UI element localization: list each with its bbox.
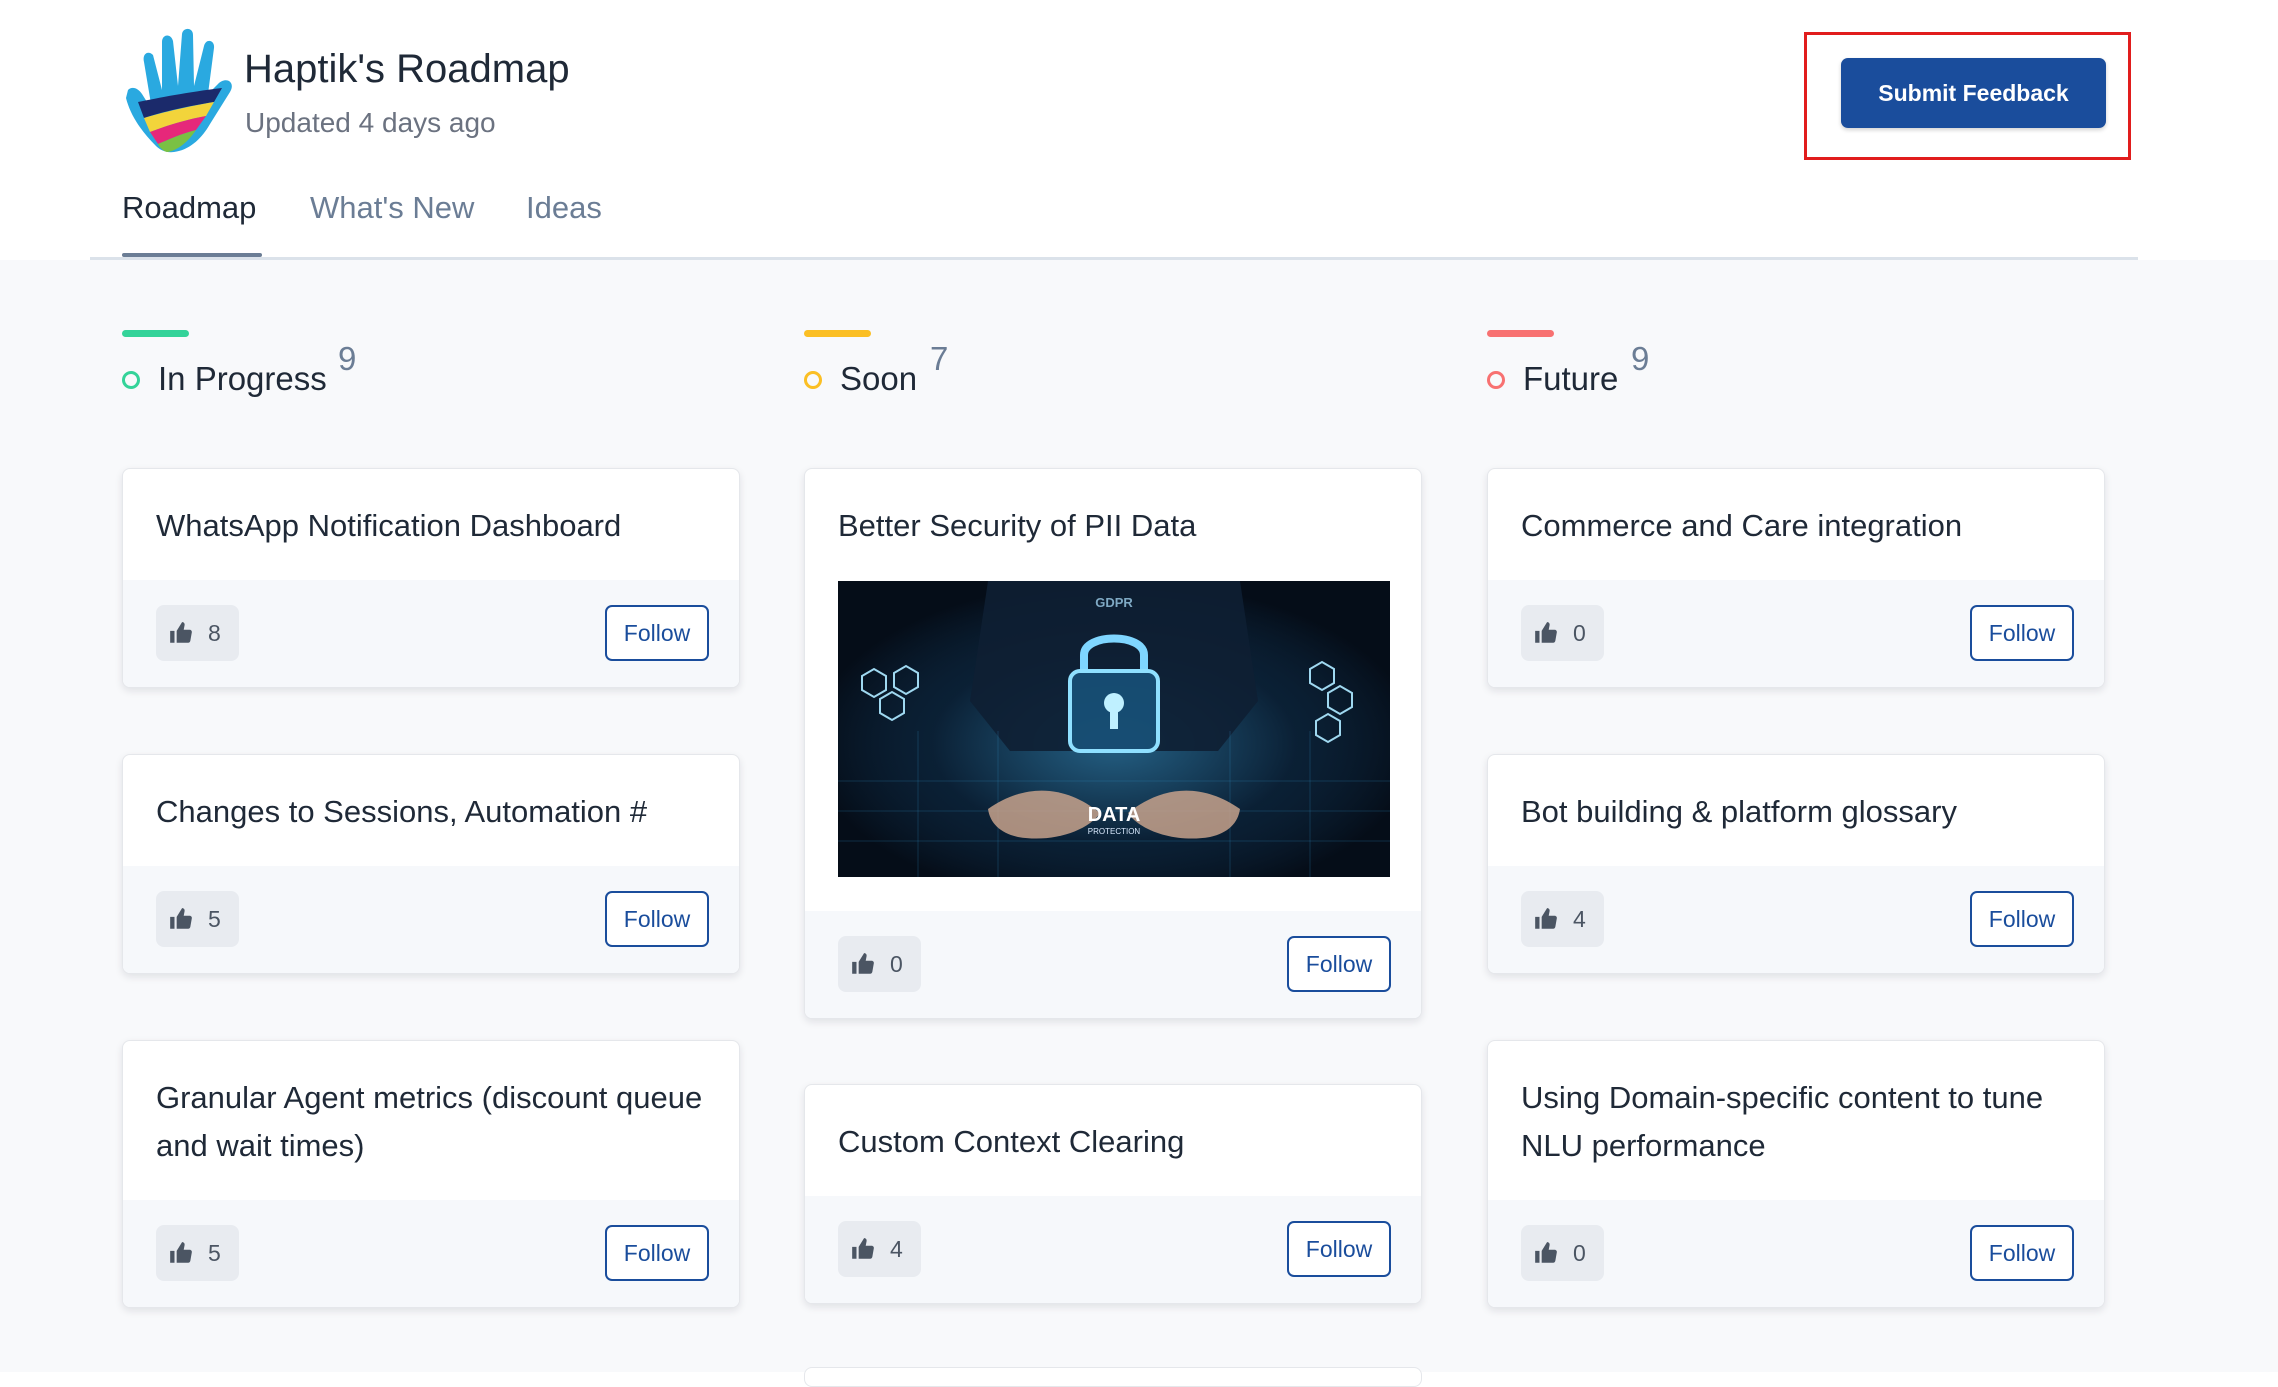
card-footer: 0 Follow <box>1488 1200 2104 1307</box>
vote-count: 4 <box>890 1235 903 1262</box>
thumbs-up-icon <box>1535 1242 1557 1263</box>
roadmap-card[interactable]: Commerce and Care integration 0 Follow <box>1487 468 2105 688</box>
card-footer: 5 Follow <box>123 1200 739 1307</box>
thumbs-up-icon <box>170 622 192 643</box>
follow-button[interactable]: Follow <box>605 605 709 661</box>
data-label: DATA <box>1088 804 1141 826</box>
gdpr-label: GDPR <box>1095 595 1133 610</box>
column-title: Future <box>1523 360 1619 397</box>
follow-button[interactable]: Follow <box>1970 1225 2074 1281</box>
vote-count: 5 <box>208 1239 221 1266</box>
column-in-progress: In Progress 9 WhatsApp Notification Dash… <box>122 260 740 1372</box>
card-title: Granular Agent metrics (discount queue a… <box>156 1080 703 1163</box>
upvote-button[interactable]: 0 <box>1521 1225 1604 1281</box>
tab-roadmap[interactable]: Roadmap <box>122 190 262 260</box>
card-footer: 8 Follow <box>123 580 739 687</box>
upvote-button[interactable]: 0 <box>838 936 921 992</box>
upvote-button[interactable]: 5 <box>156 1225 239 1281</box>
vote-count: 0 <box>1573 1239 1586 1266</box>
column-future: Future 9 Commerce and Care integration 0… <box>1487 260 2105 1372</box>
thumbs-up-icon <box>852 953 874 974</box>
thumbs-up-icon <box>170 1242 192 1263</box>
upvote-button[interactable]: 4 <box>838 1221 921 1277</box>
tab-ideas[interactable]: Ideas <box>526 190 602 260</box>
upvote-button[interactable]: 4 <box>1521 891 1604 947</box>
protection-label: PROTECTION <box>1088 827 1141 836</box>
vote-count: 0 <box>890 950 903 977</box>
roadmap-card[interactable]: Custom Context Clearing 4 Follow <box>804 1084 1422 1304</box>
thumbs-up-icon <box>1535 622 1557 643</box>
last-updated-text: Updated 4 days ago <box>245 107 496 138</box>
follow-button[interactable]: Follow <box>1970 605 2074 661</box>
roadmap-card[interactable]: Changes to Sessions, Automation # 5 Foll… <box>122 754 740 974</box>
thumbs-up-icon <box>1535 908 1557 929</box>
column-title: Soon <box>840 360 918 397</box>
card-title: Commerce and Care integration <box>1521 508 1963 543</box>
status-dot-icon <box>804 371 822 389</box>
card-footer: 0 Follow <box>805 911 1421 1018</box>
follow-button[interactable]: Follow <box>1970 891 2074 947</box>
roadmap-card[interactable]: Better Security of PII Data GDPR DATA PR… <box>804 468 1422 1019</box>
card-title: Changes to Sessions, Automation # <box>156 794 648 829</box>
column-color-bar <box>1487 330 1554 337</box>
page-header: Haptik's Roadmap Updated 4 days ago Subm… <box>0 0 2278 260</box>
roadmap-card[interactable]: Granular Agent metrics (discount queue a… <box>122 1040 740 1308</box>
status-dot-icon <box>122 371 140 389</box>
follow-button[interactable]: Follow <box>605 1225 709 1281</box>
vote-count: 5 <box>208 905 221 932</box>
upvote-button[interactable]: 0 <box>1521 605 1604 661</box>
card-footer: 4 Follow <box>805 1196 1421 1303</box>
roadmap-card[interactable]: Bot building & platform glossary 4 Follo… <box>1487 754 2105 974</box>
partial-card <box>804 1367 1422 1387</box>
haptik-logo <box>118 28 248 160</box>
vote-count: 4 <box>1573 905 1586 932</box>
card-footer: 5 Follow <box>123 866 739 973</box>
card-footer: 0 Follow <box>1488 580 2104 687</box>
upvote-button[interactable]: 5 <box>156 891 239 947</box>
tab-label: What's New <box>310 190 475 225</box>
column-title: In Progress <box>158 360 327 397</box>
vote-count: 0 <box>1573 619 1586 646</box>
submit-feedback-button[interactable]: Submit Feedback <box>1841 58 2106 128</box>
column-count: 7 <box>930 340 949 377</box>
card-title: Using Domain-specific content to tune NL… <box>1521 1080 2044 1163</box>
follow-button[interactable]: Follow <box>1287 936 1391 992</box>
column-soon: Soon 7 Better Security of PII Data GDPR … <box>804 260 1422 1387</box>
tab-whats-new[interactable]: What's New <box>310 190 474 260</box>
card-title: WhatsApp Notification Dashboard <box>156 508 622 543</box>
roadmap-card[interactable]: WhatsApp Notification Dashboard 8 Follow <box>122 468 740 688</box>
column-count: 9 <box>338 340 357 377</box>
card-footer: 4 Follow <box>1488 866 2104 973</box>
thumbs-up-icon <box>852 1238 874 1259</box>
roadmap-board: In Progress 9 WhatsApp Notification Dash… <box>0 260 2278 1387</box>
upvote-button[interactable]: 8 <box>156 605 239 661</box>
vote-count: 8 <box>208 619 221 646</box>
page-title: Haptik's Roadmap <box>244 47 570 91</box>
card-title: Bot building & platform glossary <box>1521 794 1957 829</box>
card-title: Better Security of PII Data <box>838 508 1197 543</box>
thumbs-up-icon <box>170 908 192 929</box>
status-dot-icon <box>1487 371 1505 389</box>
data-protection-image: GDPR DATA PROTECTION <box>838 581 1390 877</box>
column-color-bar <box>122 330 189 337</box>
follow-button[interactable]: Follow <box>1287 1221 1391 1277</box>
column-count: 9 <box>1631 340 1650 377</box>
tab-label: Ideas <box>526 190 602 225</box>
card-title: Custom Context Clearing <box>838 1124 1185 1159</box>
roadmap-card[interactable]: Using Domain-specific content to tune NL… <box>1487 1040 2105 1308</box>
follow-button[interactable]: Follow <box>605 891 709 947</box>
tab-label: Roadmap <box>122 190 257 225</box>
column-color-bar <box>804 330 871 337</box>
